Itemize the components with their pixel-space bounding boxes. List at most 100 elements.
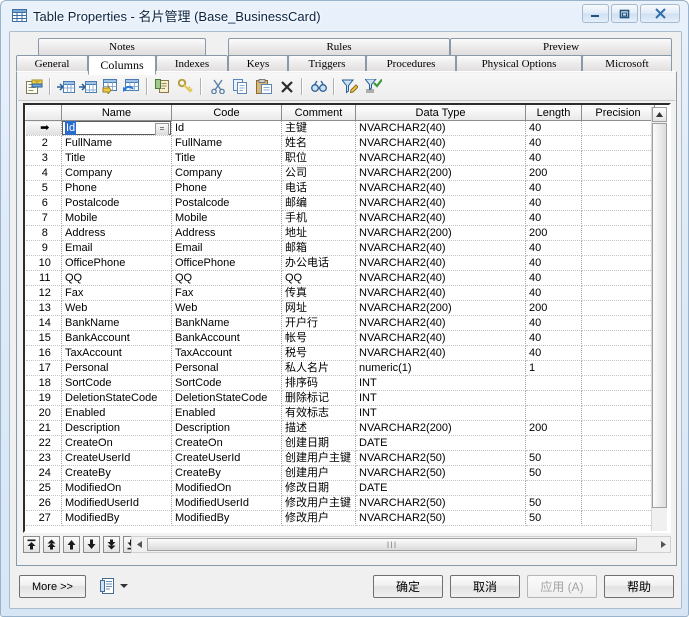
- table-row[interactable]: 16 TaxAccount TaxAccount 税号 NVARCHAR2(40) 40: [25, 345, 655, 361]
- row-number[interactable]: 13: [25, 300, 62, 316]
- cell-length[interactable]: 40: [525, 240, 582, 256]
- cell-name[interactable]: OfficePhone: [61, 255, 172, 271]
- table-row[interactable]: 8 Address Address 地址 NVARCHAR2(200) 200: [25, 225, 655, 241]
- tab-rules[interactable]: Rules: [228, 38, 450, 56]
- cell-name[interactable]: Enabled: [61, 405, 172, 421]
- cell-precision[interactable]: [581, 255, 655, 271]
- cell-length[interactable]: 50: [525, 495, 582, 511]
- cell-length[interactable]: 40: [525, 270, 582, 286]
- cell-code[interactable]: CreateOn: [171, 435, 282, 451]
- cell-length[interactable]: [525, 405, 582, 421]
- table-row[interactable]: 14 BankName BankName 开户行 NVARCHAR2(40) 40: [25, 315, 655, 331]
- copy-icon[interactable]: [231, 77, 251, 96]
- cell-comment[interactable]: 电话: [281, 180, 356, 196]
- close-button[interactable]: [640, 4, 680, 23]
- cell-precision[interactable]: [581, 375, 655, 391]
- cell-length[interactable]: [525, 435, 582, 451]
- col-header-name[interactable]: Name: [61, 105, 172, 121]
- cell-comment[interactable]: 私人名片: [281, 360, 356, 376]
- col-header-code[interactable]: Code: [171, 105, 282, 121]
- cell-precision[interactable]: [581, 165, 655, 181]
- cell-data-type[interactable]: NVARCHAR2(50): [355, 495, 526, 511]
- table-row[interactable]: 22 CreateOn CreateOn 创建日期 DATE: [25, 435, 655, 451]
- cell-code[interactable]: Mobile: [171, 210, 282, 226]
- col-header-comment[interactable]: Comment: [281, 105, 356, 121]
- row-number[interactable]: 17: [25, 360, 62, 376]
- cell-name[interactable]: SortCode: [61, 375, 172, 391]
- cell-precision[interactable]: [581, 270, 655, 286]
- cell-data-type[interactable]: NVARCHAR2(40): [355, 345, 526, 361]
- row-number[interactable]: 8: [25, 225, 62, 241]
- tab-columns[interactable]: Columns: [88, 55, 156, 75]
- cell-precision[interactable]: [581, 285, 655, 301]
- cell-length[interactable]: 1: [525, 360, 582, 376]
- table-row[interactable]: 19 DeletionStateCode DeletionStateCode 删除标记…: [25, 390, 655, 406]
- cell-comment[interactable]: 主键: [281, 120, 356, 136]
- cell-comment[interactable]: 删除标记: [281, 390, 356, 406]
- col-header-length[interactable]: Length: [525, 105, 582, 121]
- cell-code[interactable]: SortCode: [171, 375, 282, 391]
- nav-next-page-button[interactable]: [103, 536, 120, 553]
- cell-length[interactable]: 200: [525, 300, 582, 316]
- cell-precision[interactable]: [581, 300, 655, 316]
- cell-name[interactable]: ModifiedUserId: [61, 495, 172, 511]
- nav-first-button[interactable]: [23, 536, 40, 553]
- table-row[interactable]: 4 Company Company 公司 NVARCHAR2(200) 200: [25, 165, 655, 181]
- cell-data-type[interactable]: DATE: [355, 480, 526, 496]
- delete-icon[interactable]: [277, 77, 297, 96]
- table-row[interactable]: 13 Web Web 网址 NVARCHAR2(200) 200: [25, 300, 655, 316]
- cell-code[interactable]: BankName: [171, 315, 282, 331]
- cell-precision[interactable]: [581, 510, 655, 526]
- cell-code[interactable]: Id: [171, 120, 282, 136]
- cell-data-type[interactable]: DATE: [355, 435, 526, 451]
- cell-data-type[interactable]: NVARCHAR2(50): [355, 450, 526, 466]
- cell-comment[interactable]: 创建用户: [281, 465, 356, 481]
- col-header-gutter[interactable]: [25, 105, 62, 121]
- filter-apply-icon[interactable]: [363, 77, 383, 96]
- row-number[interactable]: 2: [25, 135, 62, 151]
- table-row[interactable]: 11 QQ QQ QQ NVARCHAR2(40) 40: [25, 270, 655, 286]
- table-row[interactable]: ➡ Id = Id 主键 NVARCHAR2(40) 40: [25, 120, 655, 136]
- row-number[interactable]: 9: [25, 240, 62, 256]
- nav-prev-page-button[interactable]: [43, 536, 60, 553]
- cell-name[interactable]: BankAccount: [61, 330, 172, 346]
- row-number[interactable]: 23: [25, 450, 62, 466]
- row-number[interactable]: 27: [25, 510, 62, 526]
- cell-data-type[interactable]: INT: [355, 390, 526, 406]
- cell-precision[interactable]: [581, 465, 655, 481]
- cell-code[interactable]: ModifiedOn: [171, 480, 282, 496]
- table-row[interactable]: 24 CreateBy CreateBy 创建用户 NVARCHAR2(50) 50: [25, 465, 655, 481]
- table-row[interactable]: 5 Phone Phone 电话 NVARCHAR2(40) 40: [25, 180, 655, 196]
- col-header-precision[interactable]: Precision: [581, 105, 655, 121]
- cell-data-type[interactable]: NVARCHAR2(40): [355, 255, 526, 271]
- cell-data-type[interactable]: NVARCHAR2(200): [355, 165, 526, 181]
- cell-name[interactable]: DeletionStateCode: [61, 390, 172, 406]
- cell-precision[interactable]: [581, 210, 655, 226]
- row-number[interactable]: 11: [25, 270, 62, 286]
- row-number[interactable]: 21: [25, 420, 62, 436]
- cell-data-type[interactable]: NVARCHAR2(200): [355, 420, 526, 436]
- row-number[interactable]: 5: [25, 180, 62, 196]
- cell-length[interactable]: 200: [525, 420, 582, 436]
- cell-length[interactable]: 50: [525, 510, 582, 526]
- maximize-button[interactable]: [611, 4, 638, 23]
- duplicate-icon[interactable]: [153, 77, 173, 96]
- table-row[interactable]: 2 FullName FullName 姓名 NVARCHAR2(40) 40: [25, 135, 655, 151]
- row-number[interactable]: 25: [25, 480, 62, 496]
- cell-data-type[interactable]: NVARCHAR2(40): [355, 240, 526, 256]
- cell-comment[interactable]: 排序码: [281, 375, 356, 391]
- cell-length[interactable]: 50: [525, 465, 582, 481]
- cell-length[interactable]: 40: [525, 195, 582, 211]
- cut-icon[interactable]: [208, 77, 228, 96]
- row-number[interactable]: 6: [25, 195, 62, 211]
- table-row[interactable]: 21 Description Description 描述 NVARCHAR2(200)…: [25, 420, 655, 436]
- table-row[interactable]: 20 Enabled Enabled 有效标志 INT: [25, 405, 655, 421]
- table-row[interactable]: 9 Email Email 邮箱 NVARCHAR2(40) 40: [25, 240, 655, 256]
- cell-name[interactable]: ModifiedBy: [61, 510, 172, 526]
- cell-length[interactable]: 40: [525, 285, 582, 301]
- cell-precision[interactable]: [581, 405, 655, 421]
- hscroll-right-button[interactable]: [656, 537, 670, 552]
- cell-length[interactable]: 40: [525, 330, 582, 346]
- cell-precision[interactable]: [581, 345, 655, 361]
- cell-data-type[interactable]: NVARCHAR2(50): [355, 465, 526, 481]
